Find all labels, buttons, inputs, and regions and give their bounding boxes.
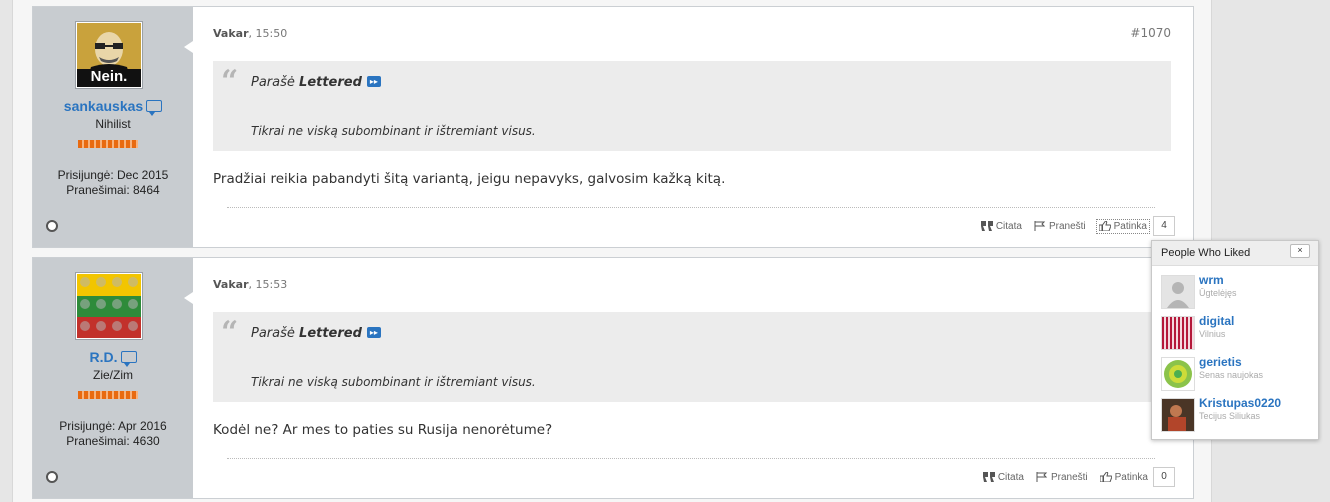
message-bubble-icon[interactable] — [146, 100, 163, 117]
post-permalink[interactable]: #1070 — [1130, 26, 1171, 40]
close-icon[interactable]: × — [1290, 244, 1310, 258]
quote-text: Tikrai ne viską subombinant ir ištremian… — [251, 124, 536, 138]
liker-item[interactable]: Kristupas0220 Tecijus Siliukas — [1161, 396, 1311, 432]
post-date: Vakar, 15:50 — [213, 27, 287, 40]
quote-button[interactable]: Citata — [981, 471, 1026, 484]
liker-name[interactable]: digital — [1199, 314, 1234, 328]
like-button[interactable]: Patinka — [1098, 471, 1150, 484]
post-count: Pranešimai: 4630 — [66, 434, 160, 448]
divider — [227, 458, 1155, 459]
quote-mark-icon: “ — [221, 315, 239, 350]
flag-icon — [1034, 221, 1046, 231]
report-button[interactable]: Pranešti — [1034, 471, 1090, 484]
quote-button[interactable]: Citata — [979, 220, 1024, 233]
post-actions: Citata Pranešti Patinka 4 — [971, 216, 1175, 236]
post: R.D. Zie/Zim Prisijungė: Apr 2016 Praneš… — [32, 257, 1194, 499]
liker-subtitle: Vilnius — [1199, 329, 1226, 339]
quote-header: Parašė Lettered ▸▸ — [251, 326, 381, 341]
like-button[interactable]: Patinka — [1095, 218, 1150, 234]
thumbs-up-icon — [1098, 221, 1111, 231]
quote-text: Tikrai ne viską subombinant ir ištremian… — [251, 375, 536, 389]
user-title: Zie/Zim — [93, 368, 133, 382]
popup-header: People Who Liked × — [1152, 241, 1318, 266]
quote-prefix: Parašė — [251, 326, 300, 341]
post-content: Vakar, 15:50 #1070 “ Parašė Lettered ▸▸ T… — [184, 7, 1193, 247]
quote-block: “ Parašė Lettered ▸▸ Tikrai ne viską subo… — [213, 312, 1171, 402]
user-stats: Prisijungė: Dec 2015 Pranešimai: 8464 — [33, 168, 193, 198]
post: Nein. sankauskas Nihilist Prisijungė: De… — [32, 6, 1194, 248]
avatar[interactable]: Nein. — [76, 22, 142, 88]
divider — [227, 207, 1155, 208]
like-count[interactable]: 4 — [1153, 216, 1175, 236]
liker-item[interactable]: digital Vilnius — [1161, 314, 1311, 350]
post-day: Vakar — [213, 278, 249, 291]
post-content: Vakar, 15:53 #1 “ Parašė Lettered▸▸ Tikr… — [184, 258, 1193, 498]
report-button[interactable]: Pranešti — [1032, 220, 1088, 233]
quote-icon — [982, 472, 995, 482]
reputation-bar — [78, 140, 138, 148]
quote-icon — [980, 221, 993, 231]
quote-label: Citata — [997, 471, 1024, 483]
avatar[interactable] — [76, 273, 142, 339]
like-label: Patinka — [1114, 471, 1148, 483]
post-message: Pradžiai reikia pabandyti šitą variantą,… — [213, 171, 726, 187]
username[interactable]: sankauskas — [33, 98, 193, 117]
username-link[interactable]: sankauskas — [64, 98, 143, 114]
liker-subtitle: Tecijus Siliukas — [1199, 411, 1261, 421]
popup-title: People Who Liked — [1161, 247, 1251, 259]
quote-header: Parašė Lettered ▸▸ — [251, 75, 381, 90]
report-label: Pranešti — [1050, 471, 1088, 483]
like-count[interactable]: 0 — [1153, 467, 1175, 487]
liker-name[interactable]: gerietis — [1199, 355, 1242, 369]
like-label: Patinka — [1113, 220, 1147, 232]
message-bubble-icon[interactable] — [120, 351, 137, 368]
user-info-panel: Nein. sankauskas Nihilist Prisijungė: De… — [33, 7, 193, 247]
online-status-icon — [46, 220, 58, 232]
online-status-icon — [46, 471, 58, 483]
go-to-quote-icon[interactable]: ▸▸ — [366, 76, 381, 87]
report-label: Pranešti — [1048, 220, 1086, 232]
liker-subtitle: Ūgtelėjęs — [1199, 288, 1237, 298]
post-time: , 15:53 — [248, 278, 288, 291]
thumbs-up-icon — [1099, 472, 1112, 482]
quote-mark-icon: “ — [221, 64, 239, 99]
username-link[interactable]: R.D. — [90, 349, 118, 365]
quote-author: Lettered — [299, 326, 362, 341]
post-message: Kodėl ne? Ar mes to paties su Rusija nen… — [213, 422, 553, 438]
join-date: Prisijungė: Apr 2016 — [59, 419, 167, 433]
post-time: , 15:50 — [248, 27, 288, 40]
quote-author: Lettered — [299, 75, 362, 90]
post-day: Vakar — [213, 27, 249, 40]
post-actions: Citata Pranešti Patinka 0 — [973, 467, 1175, 487]
liker-name[interactable]: Kristupas0220 — [1199, 396, 1281, 410]
join-date: Prisijungė: Dec 2015 — [57, 168, 169, 182]
liker-subtitle: Senas naujokas — [1199, 370, 1264, 380]
post-count: Pranešimai: 8464 — [66, 183, 160, 197]
liker-avatar[interactable] — [1161, 357, 1195, 391]
flag-icon — [1036, 472, 1048, 482]
liker-item[interactable]: gerietis Senas naujokas — [1161, 355, 1311, 391]
user-info-panel: R.D. Zie/Zim Prisijungė: Apr 2016 Praneš… — [33, 258, 193, 498]
user-title: Nihilist — [95, 117, 131, 131]
post-date: Vakar, 15:53 — [213, 278, 287, 291]
avatar-caption: Nein. — [90, 68, 128, 85]
quote-label: Citata — [995, 220, 1022, 232]
liker-avatar[interactable] — [1161, 398, 1195, 432]
reputation-bar — [78, 391, 138, 399]
username[interactable]: R.D. — [33, 349, 193, 368]
liker-name[interactable]: wrm — [1199, 273, 1224, 287]
quote-block: “ Parašė Lettered ▸▸ Tikrai ne viską subo… — [213, 61, 1171, 151]
quote-prefix: Parašė — [251, 75, 300, 90]
liker-avatar[interactable] — [1161, 275, 1195, 309]
user-stats: Prisijungė: Apr 2016 Pranešimai: 4630 — [33, 419, 193, 449]
go-to-quote-icon[interactable]: ▸▸ — [366, 327, 381, 338]
liker-avatar[interactable] — [1161, 316, 1195, 350]
likers-popup: People Who Liked × wrm Ūgtelėjęs digital… — [1151, 240, 1319, 440]
liker-item[interactable]: wrm Ūgtelėjęs — [1161, 273, 1311, 309]
